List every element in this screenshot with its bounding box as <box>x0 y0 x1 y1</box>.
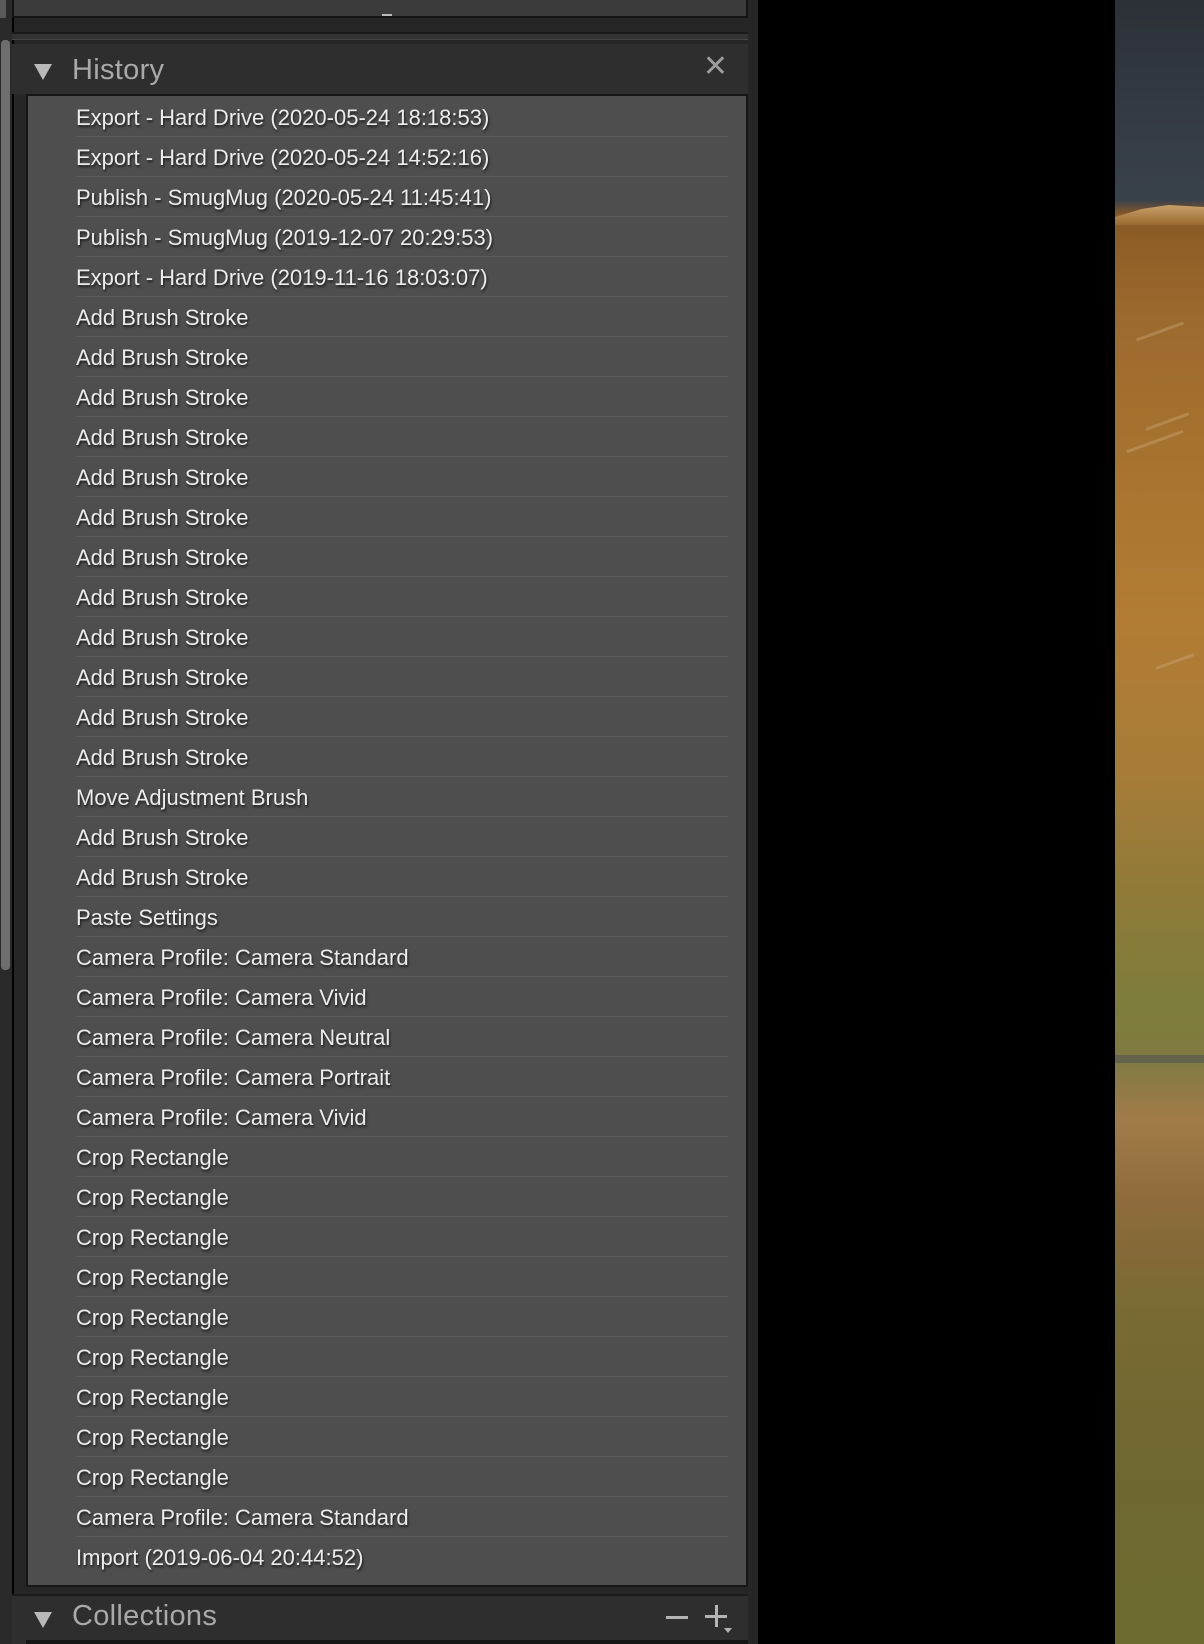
history-item[interactable]: Add Brush Stroke <box>76 417 728 457</box>
photo-detail <box>1155 653 1195 670</box>
history-item-label: Camera Profile: Camera Neutral <box>76 1025 391 1050</box>
history-item[interactable]: Import (2019-06-04 20:44:52) <box>76 1537 728 1577</box>
history-item-label: Add Brush Stroke <box>76 665 249 690</box>
history-panel-title: History <box>72 54 165 86</box>
history-item-label: Import (2019-06-04 20:44:52) <box>76 1545 364 1570</box>
history-item[interactable]: Camera Profile: Camera Vivid <box>76 977 728 1017</box>
history-list: Export - Hard Drive (2020-05-24 18:18:53… <box>26 94 748 1587</box>
history-item[interactable]: Add Brush Stroke <box>76 297 728 337</box>
history-item[interactable]: Add Brush Stroke <box>76 537 728 577</box>
minus-icon[interactable] <box>666 1616 688 1619</box>
history-item[interactable]: Crop Rectangle <box>76 1297 728 1337</box>
history-item-label: Camera Profile: Camera Standard <box>76 945 409 970</box>
history-item[interactable]: Export - Hard Drive (2020-05-24 18:18:53… <box>76 97 728 137</box>
history-item[interactable]: Crop Rectangle <box>76 1377 728 1417</box>
history-item[interactable]: Export - Hard Drive (2020-05-24 14:52:16… <box>76 137 728 177</box>
history-item[interactable]: Crop Rectangle <box>76 1417 728 1457</box>
history-item[interactable]: Publish - SmugMug (2019-12-07 20:29:53) <box>76 217 728 257</box>
photo-detail <box>1145 412 1190 431</box>
edge-marker <box>0 0 6 18</box>
history-item[interactable]: Crop Rectangle <box>76 1217 728 1257</box>
history-item-label: Add Brush Stroke <box>76 345 249 370</box>
history-item[interactable]: Add Brush Stroke <box>76 497 728 537</box>
disclosure-triangle-icon[interactable] <box>34 1612 52 1628</box>
history-item[interactable]: Camera Profile: Camera Vivid <box>76 1097 728 1137</box>
history-item[interactable]: Export - Hard Drive (2019-11-16 18:03:07… <box>76 257 728 297</box>
history-item-label: Crop Rectangle <box>76 1305 229 1330</box>
history-item-label: Crop Rectangle <box>76 1465 229 1490</box>
history-item[interactable]: Camera Profile: Camera Standard <box>76 937 728 977</box>
history-item-label: Crop Rectangle <box>76 1345 229 1370</box>
history-item-label: Publish - SmugMug (2020-05-24 11:45:41) <box>76 185 492 210</box>
photo-ridge <box>1115 205 1204 225</box>
history-item[interactable]: Crop Rectangle <box>76 1457 728 1497</box>
history-item-label: Move Adjustment Brush <box>76 785 309 810</box>
history-item[interactable]: Crop Rectangle <box>76 1337 728 1377</box>
history-item[interactable]: Add Brush Stroke <box>76 817 728 857</box>
left-panel-scrollbar[interactable] <box>1 40 10 970</box>
history-item[interactable]: Add Brush Stroke <box>76 617 728 657</box>
history-item-label: Crop Rectangle <box>76 1425 229 1450</box>
history-item[interactable]: Add Brush Stroke <box>76 377 728 417</box>
history-item[interactable]: Add Brush Stroke <box>76 337 728 377</box>
history-item[interactable]: Paste Settings <box>76 897 728 937</box>
history-item-label: Camera Profile: Camera Standard <box>76 1505 409 1530</box>
history-item-label: Paste Settings <box>76 905 218 930</box>
history-item-label: Crop Rectangle <box>76 1265 229 1290</box>
history-item-label: Camera Profile: Camera Vivid <box>76 1105 367 1130</box>
history-item-label: Add Brush Stroke <box>76 425 249 450</box>
history-item-label: Add Brush Stroke <box>76 865 249 890</box>
photo-detail <box>1135 321 1185 342</box>
history-item-label: Crop Rectangle <box>76 1185 229 1210</box>
history-item-label: Add Brush Stroke <box>76 545 249 570</box>
history-item[interactable]: Move Adjustment Brush <box>76 777 728 817</box>
history-item[interactable]: Camera Profile: Camera Standard <box>76 1497 728 1537</box>
history-item[interactable]: Crop Rectangle <box>76 1137 728 1177</box>
disclosure-triangle-icon[interactable] <box>34 64 52 80</box>
history-item[interactable]: Add Brush Stroke <box>76 657 728 697</box>
history-item-label: Publish - SmugMug (2019-12-07 20:29:53) <box>76 225 494 250</box>
history-item-label: Export - Hard Drive (2019-11-16 18:03:07… <box>76 265 488 290</box>
collections-panel-header[interactable]: Collections <box>12 1594 748 1644</box>
photo-path <box>1115 1055 1204 1063</box>
history-item-label: Add Brush Stroke <box>76 385 249 410</box>
history-item[interactable]: Crop Rectangle <box>76 1177 728 1217</box>
history-item-label: Camera Profile: Camera Vivid <box>76 985 367 1010</box>
collections-panel-title: Collections <box>72 1600 218 1632</box>
history-item-label: Add Brush Stroke <box>76 305 249 330</box>
collections-list-top-edge <box>26 1640 748 1644</box>
left-edge-strip <box>0 0 12 1644</box>
history-item[interactable]: Add Brush Stroke <box>76 857 728 897</box>
history-item[interactable]: Add Brush Stroke <box>76 577 728 617</box>
history-item[interactable]: Camera Profile: Camera Portrait <box>76 1057 728 1097</box>
history-item-label: Add Brush Stroke <box>76 705 249 730</box>
history-item[interactable]: Publish - SmugMug (2020-05-24 11:45:41) <box>76 177 728 217</box>
history-item-label: Add Brush Stroke <box>76 585 249 610</box>
history-item[interactable]: Camera Profile: Camera Neutral <box>76 1017 728 1057</box>
panel-divider <box>12 32 748 40</box>
photo-preview <box>1115 0 1204 1644</box>
history-item-label: Crop Rectangle <box>76 1225 229 1250</box>
previous-panel-bottom <box>12 0 748 18</box>
history-item[interactable]: Add Brush Stroke <box>76 457 728 497</box>
history-item-label: Add Brush Stroke <box>76 505 249 530</box>
history-item-label: Add Brush Stroke <box>76 745 249 770</box>
history-item-label: Add Brush Stroke <box>76 825 249 850</box>
history-item-label: Crop Rectangle <box>76 1145 229 1170</box>
photo-detail <box>1126 429 1184 454</box>
history-item-label: Crop Rectangle <box>76 1385 229 1410</box>
history-item[interactable]: Add Brush Stroke <box>76 737 728 777</box>
history-panel-header[interactable]: History ✕ <box>12 44 748 94</box>
history-item-label: Add Brush Stroke <box>76 625 249 650</box>
history-item[interactable]: Crop Rectangle <box>76 1257 728 1297</box>
history-item-label: Add Brush Stroke <box>76 465 249 490</box>
history-item[interactable]: Add Brush Stroke <box>76 697 728 737</box>
previous-panel-tick <box>382 14 392 16</box>
lightroom-window: History ✕ Export - Hard Drive (2020-05-2… <box>0 0 1204 1644</box>
close-icon[interactable]: ✕ <box>703 52 728 82</box>
history-item-label: Export - Hard Drive (2020-05-24 14:52:16… <box>76 145 490 170</box>
plus-icon[interactable] <box>704 1602 732 1633</box>
history-item-label: Export - Hard Drive (2020-05-24 18:18:53… <box>76 105 490 130</box>
history-item-label: Camera Profile: Camera Portrait <box>76 1065 391 1090</box>
